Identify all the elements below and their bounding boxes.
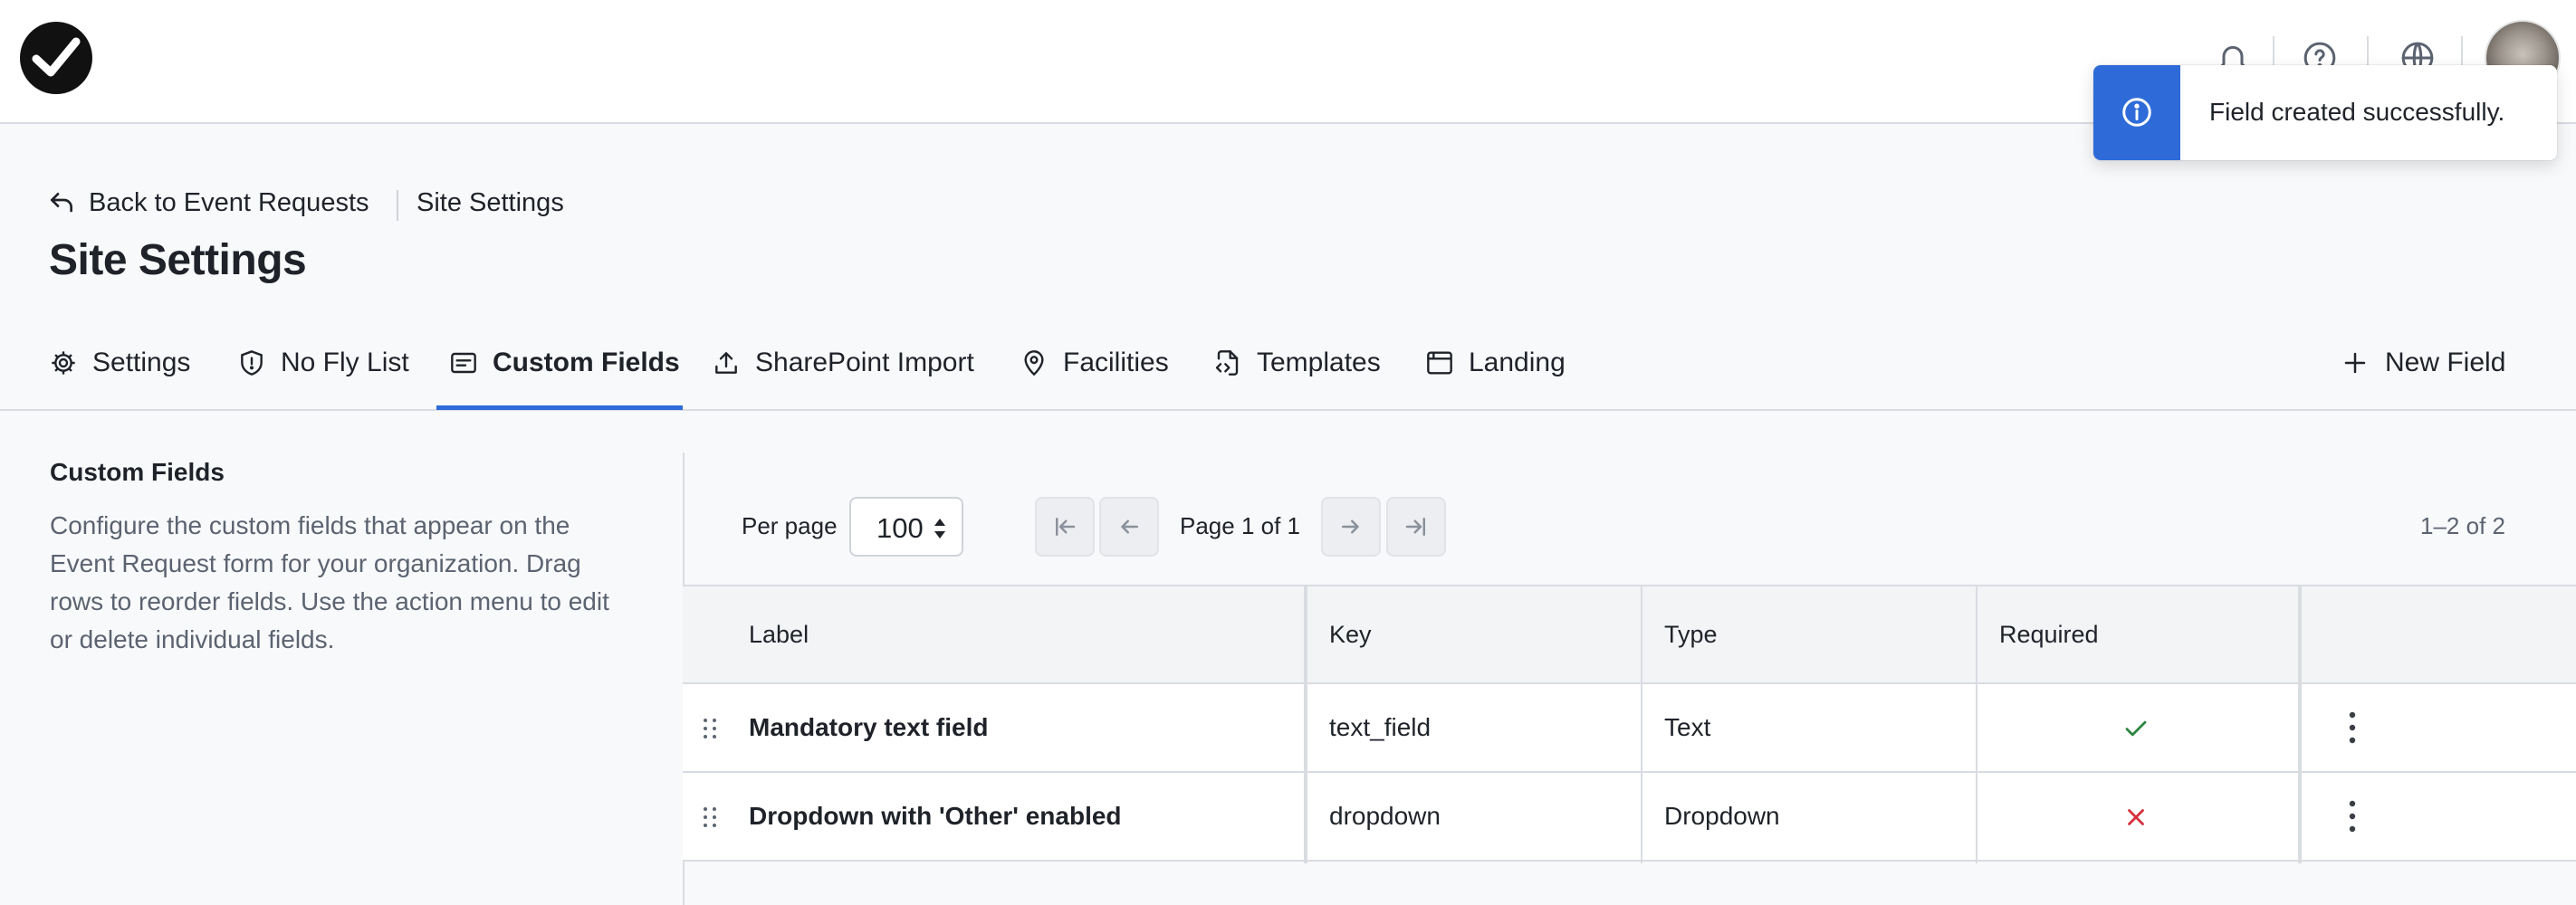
- column-divider: [2298, 585, 2302, 863]
- tab-custom-fields[interactable]: Custom Fields: [449, 335, 680, 411]
- next-page-button[interactable]: [1321, 497, 1381, 557]
- new-field-label: New Field: [2385, 348, 2506, 377]
- last-page-button[interactable]: [1386, 497, 1446, 557]
- column-divider: [1641, 585, 1642, 863]
- column-header-type[interactable]: Type: [1664, 621, 1718, 649]
- tab-landing[interactable]: Landing: [1425, 335, 1566, 411]
- form-icon: [451, 352, 476, 374]
- column-header-required[interactable]: Required: [1999, 621, 2099, 649]
- back-link-label: Back to Event Requests: [89, 188, 369, 217]
- field-label: Mandatory text field: [749, 713, 989, 741]
- per-page-value: 100: [876, 512, 924, 544]
- plus-icon: [2344, 352, 2366, 374]
- arrow-right-icon: [1342, 519, 1359, 534]
- tab-label: Custom Fields: [493, 348, 680, 377]
- back-to-event-requests-link[interactable]: Back to Event Requests: [47, 188, 369, 218]
- tab-templates[interactable]: Templates: [1213, 335, 1381, 411]
- side-panel-title: Custom Fields: [50, 458, 225, 486]
- success-toast: Field created successfully.: [2093, 65, 2557, 160]
- field-label: Dropdown with 'Other' enabled: [749, 802, 1122, 830]
- last-page-icon: [1405, 518, 1425, 536]
- tab-sharepoint-import[interactable]: SharePoint Import: [712, 335, 974, 411]
- active-tab-indicator: [436, 405, 683, 410]
- settings-tabs: Settings No Fly List Custom Fields Share…: [0, 335, 2576, 411]
- tab-facilities[interactable]: Facilities: [1020, 335, 1169, 411]
- upload-icon: [715, 352, 737, 374]
- info-icon: [2122, 98, 2151, 127]
- tab-settings[interactable]: Settings: [49, 335, 190, 411]
- sort-caret-icon: [934, 519, 945, 538]
- column-divider: [1976, 585, 1977, 863]
- column-header-key[interactable]: Key: [1329, 621, 1372, 649]
- new-field-button[interactable]: New Field: [2341, 335, 2505, 411]
- row-actions-kebab-icon[interactable]: [2345, 710, 2360, 746]
- breadcrumb-divider: [397, 190, 398, 221]
- shield-icon: [241, 350, 263, 376]
- tab-label: SharePoint Import: [755, 348, 974, 377]
- back-arrow-icon: [51, 192, 72, 212]
- row-actions-kebab-icon[interactable]: [2345, 798, 2360, 834]
- drag-handle-icon[interactable]: [701, 805, 719, 829]
- toast-accent: [2093, 65, 2180, 160]
- not-required-x-icon: [2128, 809, 2144, 825]
- per-page-select[interactable]: 100: [849, 497, 963, 557]
- field-key: text_field: [1329, 713, 1432, 741]
- breadcrumb-current: Site Settings: [417, 188, 564, 217]
- map-pin-icon: [1024, 350, 1044, 376]
- per-page-label: Per page: [742, 512, 838, 539]
- file-code-icon: [1215, 350, 1239, 376]
- page-title: Site Settings: [49, 236, 307, 284]
- required-check-icon: [2125, 720, 2147, 737]
- arrow-left-icon: [1121, 519, 1138, 534]
- column-header-label[interactable]: Label: [749, 621, 809, 649]
- tab-label: Landing: [1469, 348, 1566, 377]
- first-page-icon: [1056, 518, 1076, 536]
- side-panel-description: Configure the custom fields that appear …: [50, 511, 609, 653]
- tab-label: Settings: [92, 348, 191, 377]
- previous-page-button[interactable]: [1099, 497, 1159, 557]
- app-logo-icon[interactable]: [20, 22, 92, 94]
- tab-label: Templates: [1257, 348, 1381, 377]
- field-key: dropdown: [1329, 802, 1441, 830]
- first-page-button[interactable]: [1035, 497, 1095, 557]
- tab-label: Facilities: [1063, 348, 1169, 377]
- tab-no-fly-list[interactable]: No Fly List: [237, 335, 409, 411]
- drag-handle-icon[interactable]: [701, 717, 719, 740]
- table-row: Mandatory text field text_field Text: [683, 684, 2576, 773]
- browser-window-icon: [1427, 351, 1452, 375]
- field-type: Dropdown: [1664, 802, 1780, 830]
- table-header: Label Key Type Required: [683, 585, 2576, 684]
- gear-icon: [52, 351, 75, 375]
- page-info: Page 1 of 1: [1180, 512, 1300, 539]
- table-row: Dropdown with 'Other' enabled dropdown D…: [683, 773, 2576, 862]
- column-divider: [1304, 585, 1307, 863]
- field-type: Text: [1664, 713, 1711, 741]
- custom-fields-table: Label Key Type Required Mandatory text f…: [683, 585, 2576, 863]
- results-range: 1–2 of 2: [2420, 512, 2505, 539]
- toast-message: Field created successfully.: [2209, 98, 2505, 126]
- tab-label: No Fly List: [281, 348, 409, 377]
